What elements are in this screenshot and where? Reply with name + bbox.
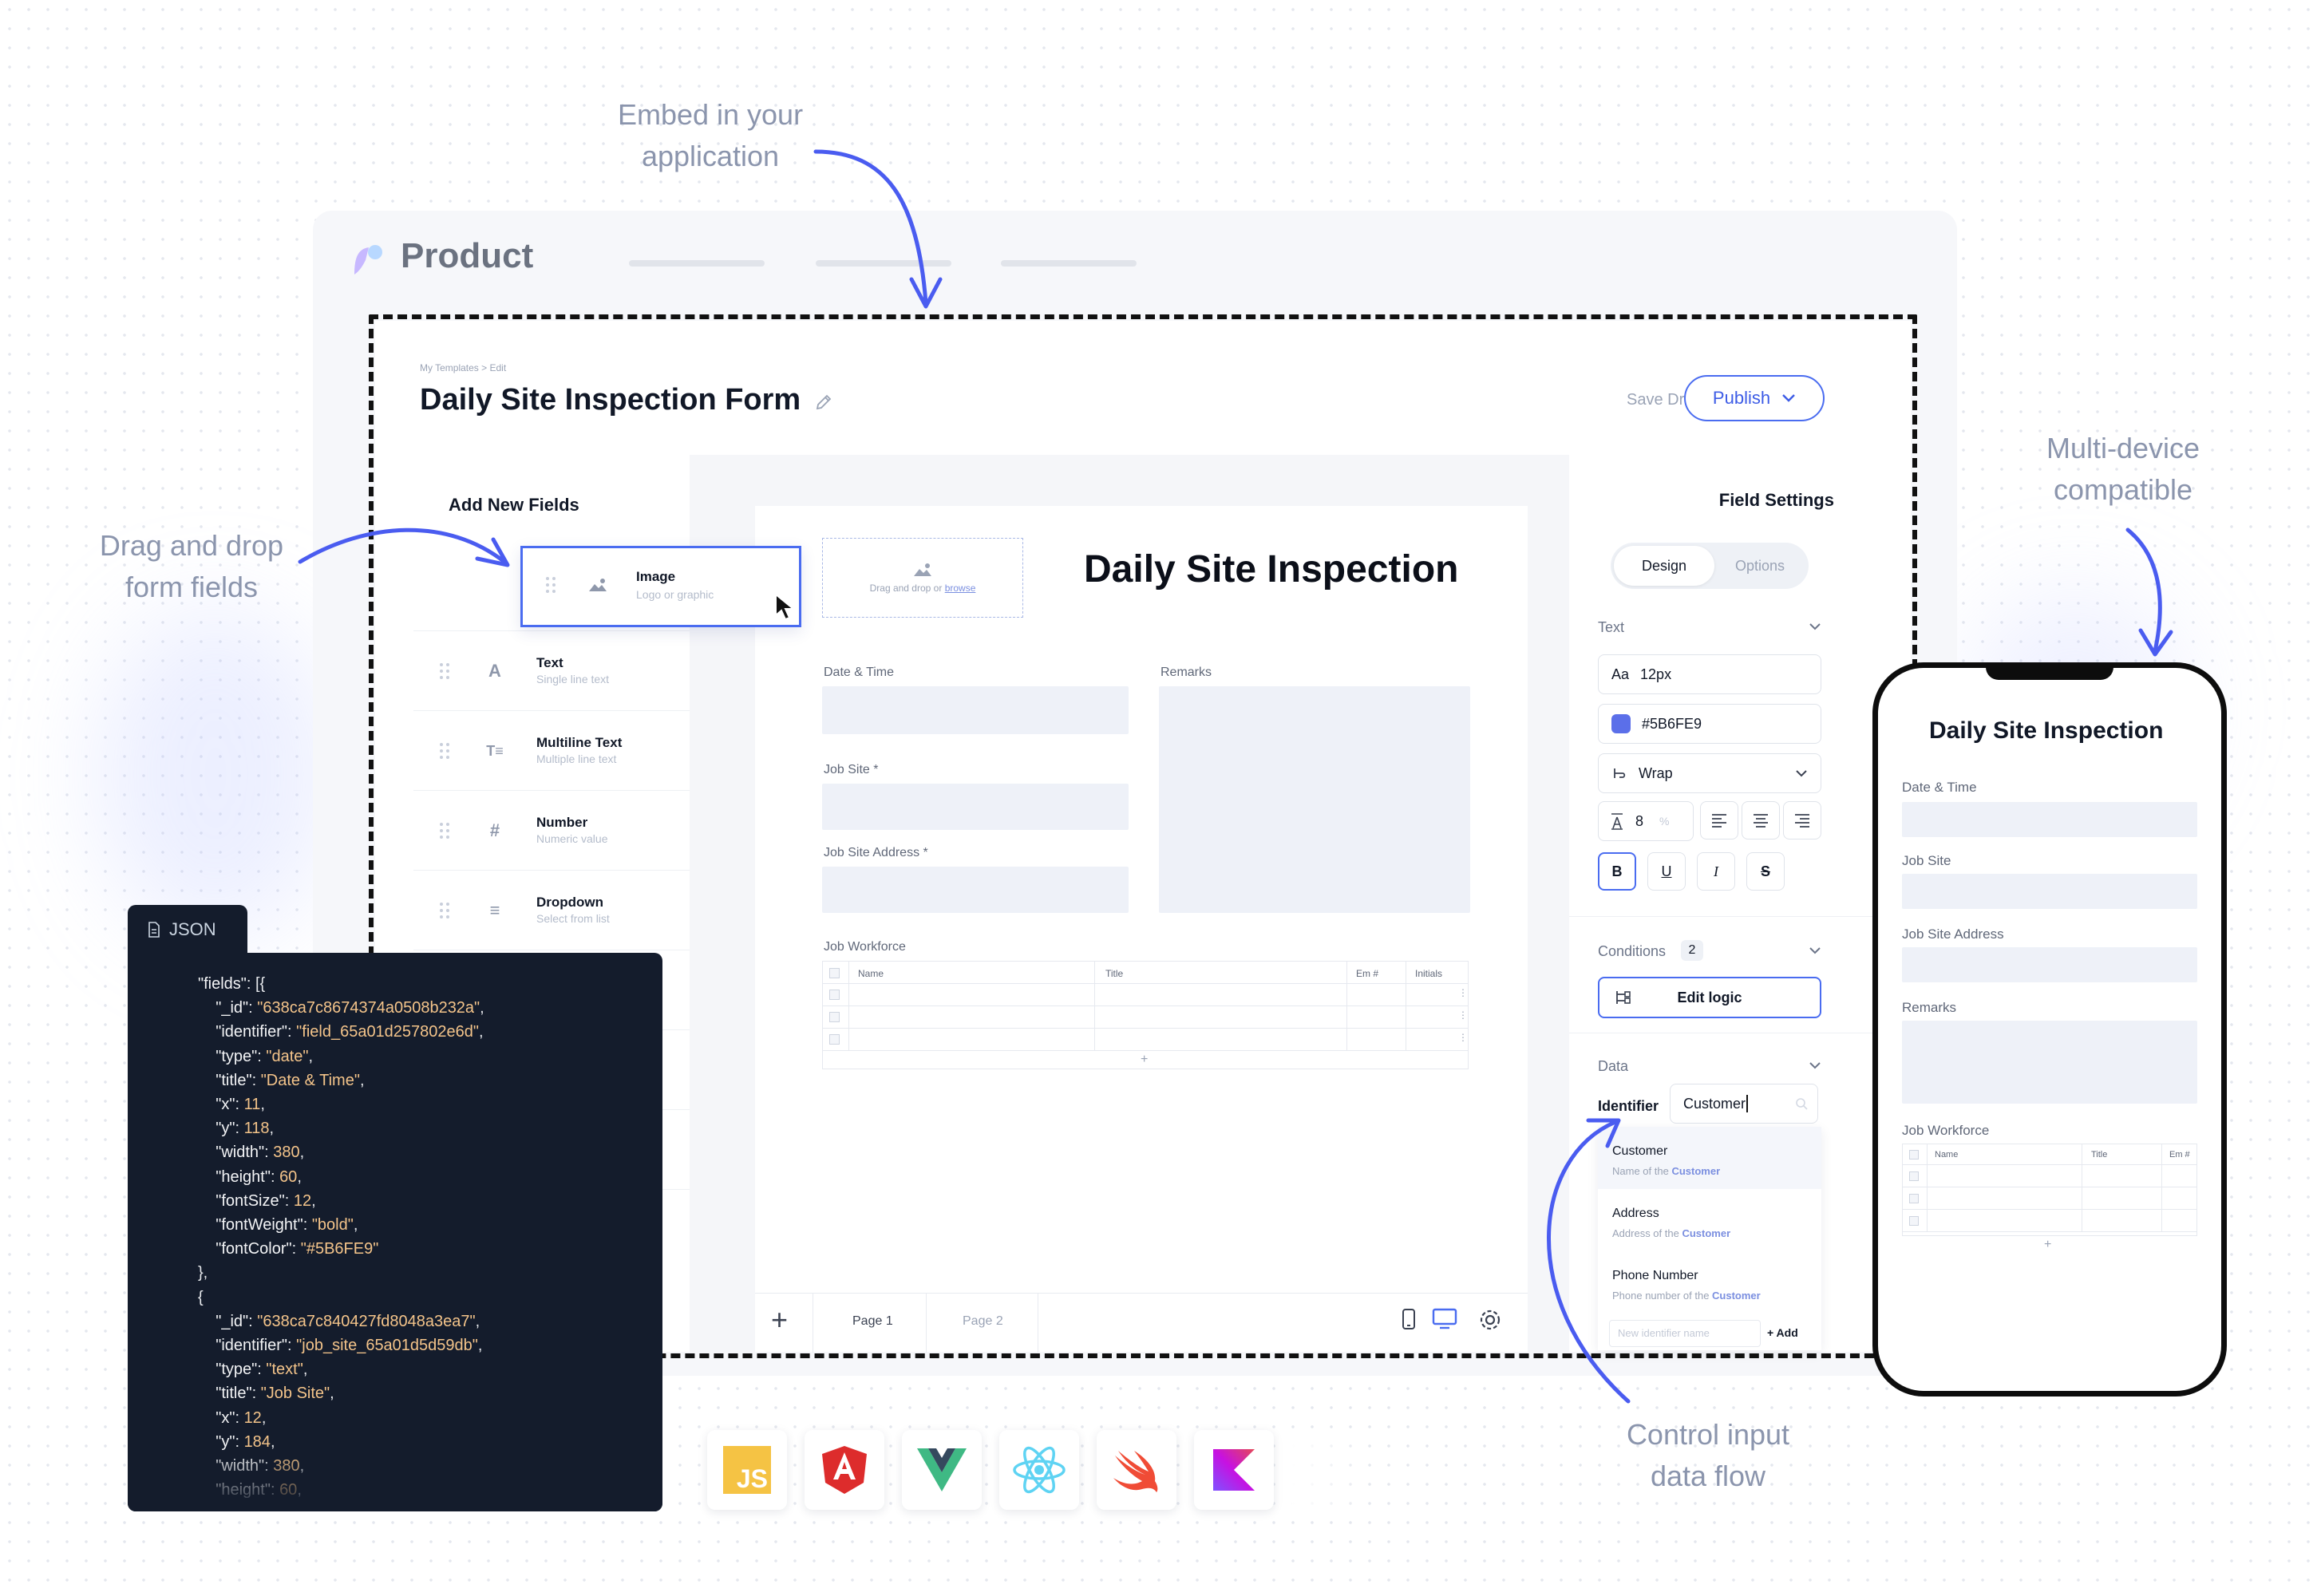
arrow-control <box>1547 1120 1631 1404</box>
arrow-drag <box>298 527 507 564</box>
arrow-embed <box>813 149 928 306</box>
arrows-layer <box>298 149 2173 1404</box>
